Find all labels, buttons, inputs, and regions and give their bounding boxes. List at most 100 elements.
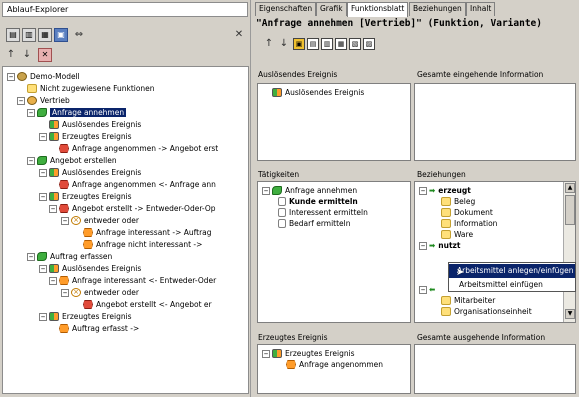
tree-item-event[interactable]: − Angebot erstellt -> Entweder-Oder-Op (49, 203, 216, 214)
tree-item-trigger[interactable]: Auslösendes Ereignis (39, 119, 141, 130)
list-item[interactable]: Organisationseinheit (441, 306, 532, 317)
tree-label: Auslösendes Ereignis (62, 120, 142, 129)
link-icon[interactable]: ⇔ (72, 28, 86, 42)
sheet-view-icon[interactable]: ▨ (363, 38, 375, 50)
move-up-icon[interactable]: ↑ (4, 48, 18, 62)
scroll-down-icon[interactable]: ▼ (565, 309, 575, 319)
tree-item-event[interactable]: Anfrage angenommen <- Anfrage ann (59, 179, 216, 190)
process-tree[interactable]: − Demo-Modell Nicht zugewiesene Funktione… (2, 66, 249, 394)
scrollbar[interactable]: ▲ ▼ (563, 182, 575, 322)
list-item[interactable]: Ware (441, 229, 473, 240)
sheet-view-icon[interactable]: ▥ (321, 38, 333, 50)
list-item[interactable]: Beleg (441, 196, 475, 207)
tree-item-created[interactable]: − Erzeugtes Ereignis (39, 191, 132, 202)
collapse-icon[interactable]: − (262, 349, 270, 358)
relations-list[interactable]: − ➡ erzeugt Beleg Dokument Information War… (414, 181, 576, 323)
folder-icon (441, 230, 451, 239)
tab-properties[interactable]: Eigenschaften (255, 2, 317, 16)
relation-uses[interactable]: − ➡ nutzt (419, 240, 461, 251)
view-detail-icon[interactable]: ▥ (22, 28, 36, 42)
list-item[interactable]: − Anfrage annehmen (262, 185, 357, 196)
tree-item-sales[interactable]: − Vertrieb (17, 95, 70, 106)
menu-item-create-resource[interactable]: Arbeitsmittel anlegen/einfügen (449, 264, 575, 278)
outgoing-info-list[interactable] (414, 344, 576, 394)
remove-icon[interactable]: ✕ (38, 48, 52, 62)
tree-item-function[interactable]: − Auftrag erfassen (27, 251, 112, 262)
sheet-view-icon[interactable]: ▦ (335, 38, 347, 50)
collapse-icon[interactable]: − (419, 241, 427, 250)
tree-item-event[interactable]: Anfrage angenommen -> Angebot erst (59, 143, 218, 154)
tree-item-xor[interactable]: − × entweder oder (61, 215, 139, 226)
tree-item-trigger[interactable]: − Auslösendes Ereignis (39, 263, 141, 274)
relation-other[interactable]: − ⬅ (419, 284, 438, 295)
collapse-icon[interactable]: − (27, 156, 35, 165)
tree-item-function[interactable]: − Angebot erstellen (27, 155, 117, 166)
menu-item-insert-resource[interactable]: Arbeitsmittel einfügen (449, 278, 575, 292)
tree-item-event[interactable]: Auftrag erfasst -> (59, 323, 139, 334)
tree-label: Angebot erstellt -> Entweder-Oder-Op (72, 204, 216, 213)
collapse-icon[interactable]: − (61, 288, 69, 297)
tree-item-created[interactable]: − Erzeugtes Ereignis (39, 311, 132, 322)
view-tree-icon[interactable]: ▦ (38, 28, 52, 42)
tab-function-sheet[interactable]: Funktionsblatt (347, 2, 409, 17)
list-item[interactable]: Auslösendes Ereignis (272, 87, 364, 98)
scroll-up-icon[interactable]: ▲ (565, 183, 575, 193)
tree-item-xor[interactable]: − × entweder oder (61, 287, 139, 298)
created-events-list[interactable]: − Erzeugtes Ereignis Anfrage angenommen (257, 344, 411, 394)
list-item[interactable]: Information (441, 218, 497, 229)
tree-item-function[interactable]: − Anfrage annehmen (27, 107, 127, 118)
list-item[interactable]: Interessent ermitteln (278, 207, 368, 218)
collapse-icon[interactable]: − (39, 264, 47, 273)
tree-item-event[interactable]: Anfrage interessant -> Auftrag (83, 227, 212, 238)
model-icon (17, 72, 27, 81)
sheet-view-icon[interactable]: ▤ (307, 38, 319, 50)
tree-item-unassigned[interactable]: Nicht zugewiesene Funktionen (17, 83, 155, 94)
tab-content[interactable]: Inhalt (466, 2, 496, 16)
tab-graphic[interactable]: Grafik (316, 2, 347, 16)
tab-relations[interactable]: Beziehungen (409, 2, 466, 16)
tree-label: entweder oder (84, 216, 139, 225)
collapse-icon[interactable]: − (39, 132, 47, 141)
collapse-icon[interactable]: − (39, 192, 47, 201)
activities-list[interactable]: − Anfrage annehmen Kunde ermitteln Intere… (257, 181, 411, 323)
view-diagram-icon[interactable]: ▣ (54, 28, 68, 42)
view-list-icon[interactable]: ▤ (6, 28, 20, 42)
trigger-events-list[interactable]: Auslösendes Ereignis (257, 83, 411, 161)
collapse-icon[interactable]: − (27, 252, 35, 261)
list-item[interactable]: Kunde ermitteln (278, 196, 358, 207)
scroll-thumb[interactable] (565, 195, 575, 225)
tree-item-trigger[interactable]: − Auslösendes Ereignis (39, 167, 141, 178)
collapse-icon[interactable]: − (7, 72, 15, 81)
move-up-icon[interactable]: ↑ (262, 37, 276, 51)
arrow-right-icon: ➡ (429, 241, 436, 250)
collapse-icon[interactable]: − (49, 204, 57, 213)
list-item[interactable]: Mitarbeiter (441, 295, 495, 306)
relation-creates[interactable]: − ➡ erzeugt (419, 185, 471, 196)
close-icon[interactable]: ✕ (232, 28, 246, 42)
collapse-icon[interactable]: − (39, 312, 47, 321)
new-icon[interactable]: ▣ (293, 38, 305, 50)
collapse-icon[interactable]: − (262, 186, 270, 195)
tree-item-event[interactable]: Anfrage nicht interessant -> (83, 239, 202, 250)
collapse-icon[interactable]: − (39, 168, 47, 177)
tree-item-created[interactable]: − Erzeugtes Ereignis (39, 131, 132, 142)
list-item[interactable]: Bedarf ermitteln (278, 218, 351, 229)
tree-item-event[interactable]: − Anfrage interessant <- Entweder-Oder (49, 275, 216, 286)
collapse-icon[interactable]: − (17, 96, 25, 105)
list-item-label: Beleg (454, 197, 476, 206)
list-item[interactable]: Anfrage angenommen (286, 359, 383, 370)
collapse-icon[interactable]: − (49, 276, 57, 285)
move-down-icon[interactable]: ↓ (20, 48, 34, 62)
collapse-icon[interactable]: − (419, 186, 427, 195)
tree-item-event[interactable]: Angebot erstellt <- Angebot er (83, 299, 212, 310)
collapse-icon[interactable]: − (419, 285, 427, 294)
tree-item-root[interactable]: − Demo-Modell (7, 71, 80, 82)
collapse-icon[interactable]: − (61, 216, 69, 225)
list-item[interactable]: − Erzeugtes Ereignis (262, 348, 355, 359)
incoming-info-list[interactable] (414, 83, 576, 161)
sheet-view-icon[interactable]: ▧ (349, 38, 361, 50)
move-down-icon[interactable]: ↓ (277, 37, 291, 51)
list-item[interactable]: Dokument (441, 207, 493, 218)
function-icon (37, 108, 47, 117)
collapse-icon[interactable]: − (27, 108, 35, 117)
